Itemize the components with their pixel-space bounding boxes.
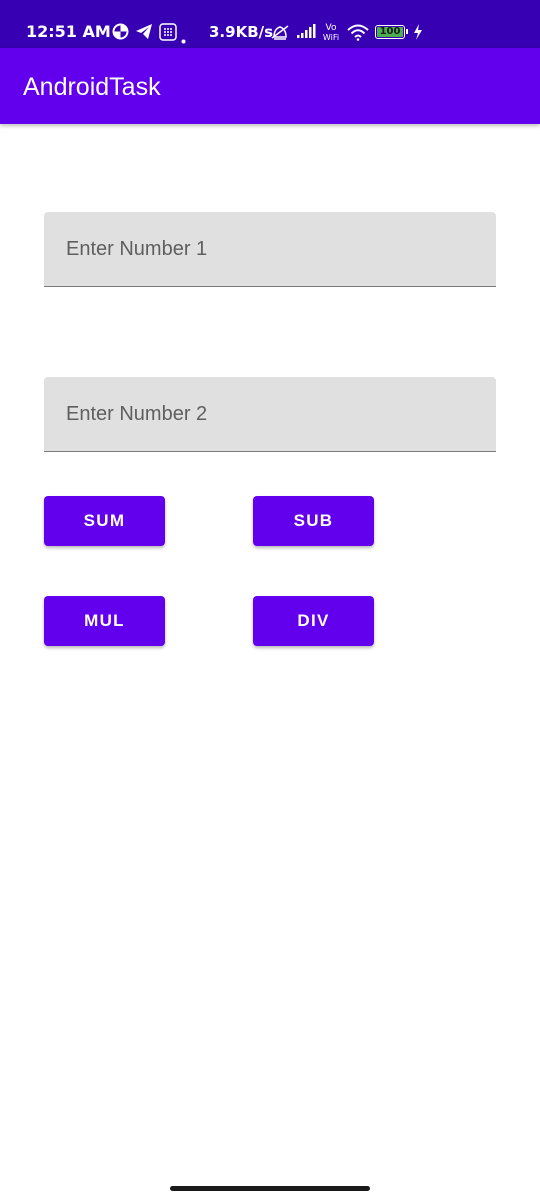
battery-icon: 100 [375, 24, 408, 43]
div-button[interactable]: DIV [253, 596, 374, 646]
number-2-placeholder: Enter Number 2 [66, 403, 208, 425]
app-title: AndroidTask [23, 73, 161, 101]
number-2-input[interactable]: Enter Number 2 [44, 377, 496, 452]
mul-button[interactable]: MUL [44, 596, 165, 646]
number-1-input[interactable]: Enter Number 1 [44, 212, 496, 287]
home-indicator[interactable] [170, 1186, 370, 1191]
sum-button[interactable]: SUM [44, 496, 165, 546]
number-1-placeholder: Enter Number 1 [66, 238, 208, 260]
signal-icon [296, 23, 316, 43]
svg-text:WiFi: WiFi [323, 33, 339, 41]
telegram-icon [135, 23, 153, 44]
app-bar: AndroidTask [0, 48, 540, 124]
dot-icon [181, 29, 186, 48]
svg-text:Vo: Vo [326, 23, 337, 33]
vowifi-icon: Vo WiFi [320, 21, 342, 45]
sub-button[interactable]: SUB [253, 496, 374, 546]
battery-level: 100 [379, 26, 401, 37]
alarm-off-icon [270, 23, 290, 45]
notification-icon [159, 23, 177, 45]
network-speed: 3.9KB/s [209, 23, 274, 41]
charging-icon [412, 23, 424, 45]
status-bar: 12:51 AM 3.9KB/s Vo WiFi 100 [0, 0, 540, 48]
status-time: 12:51 AM [26, 22, 111, 41]
wifi-icon [346, 23, 370, 45]
data-saver-icon [112, 23, 129, 44]
